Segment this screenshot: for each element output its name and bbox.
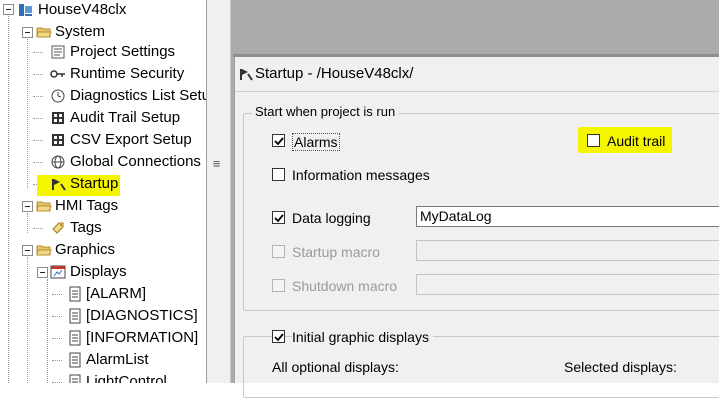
data-logging-checkbox[interactable]: [272, 211, 285, 224]
information-messages-label[interactable]: Information messages: [292, 167, 430, 183]
tree-label: CSV Export Setup: [70, 131, 192, 148]
clock-icon: [50, 88, 66, 104]
collapse-toggle-icon[interactable]: [22, 245, 33, 256]
alarms-checkbox[interactable]: [272, 134, 285, 147]
audit-grid-icon: [50, 110, 66, 126]
collapse-toggle-icon[interactable]: [22, 27, 33, 38]
collapse-toggle-icon[interactable]: [3, 4, 14, 15]
tree-item-runtime-security[interactable]: Runtime Security: [0, 63, 206, 85]
window-title: Startup - /HouseV48clx/: [255, 65, 414, 82]
tree-label: [INFORMATION]: [86, 329, 199, 346]
displays-icon: [50, 264, 66, 280]
tree-item-hmi-tags[interactable]: HMI Tags: [0, 195, 206, 217]
tree-item-graphics[interactable]: Graphics: [0, 239, 206, 261]
folder-open-icon: [36, 198, 52, 214]
startup-macro-label: Startup macro: [292, 244, 380, 260]
tree-item-csv-export-setup[interactable]: CSV Export Setup: [0, 129, 206, 151]
tree-label: [ALARM]: [86, 285, 147, 302]
project-icon: [18, 2, 34, 18]
group-legend: Start when project is run: [252, 104, 399, 120]
data-logging-model-field[interactable]: MyDataLog: [416, 206, 719, 227]
csv-grid-icon: [50, 132, 66, 148]
shutdown-macro-label: Shutdown macro: [292, 278, 398, 294]
tree-label: Tags: [70, 219, 102, 236]
tag-icon: [50, 220, 66, 236]
tree-label: HMI Tags: [55, 197, 119, 214]
tree-item-root[interactable]: HouseV48clx: [0, 0, 206, 21]
information-messages-checkbox[interactable]: [272, 168, 285, 181]
tree-item-diagnostics-list-setup[interactable]: Diagnostics List Setu: [0, 85, 206, 107]
tree-item-tags[interactable]: Tags: [0, 217, 206, 239]
display-page-icon: [67, 308, 83, 324]
tree-label: Graphics: [55, 241, 116, 258]
display-page-icon: [67, 352, 83, 368]
display-page-icon: [67, 286, 83, 302]
data-logging-label[interactable]: Data logging: [292, 210, 371, 226]
initial-graphic-displays-label[interactable]: Initial graphic displays: [292, 329, 433, 345]
all-optional-displays-label: All optional displays:: [272, 359, 399, 375]
tree-label: System: [55, 23, 106, 40]
alarms-label[interactable]: Alarms: [292, 133, 340, 151]
selected-displays-label: Selected displays:: [564, 359, 677, 375]
tree-item-display[interactable]: LightControl: [0, 371, 206, 383]
shutdown-macro-field: [416, 274, 719, 295]
project-explorer-tree: HouseV48clx System Project Settings Runt…: [0, 0, 206, 383]
tree-item-display[interactable]: [INFORMATION]: [0, 327, 206, 349]
audit-trail-checkbox[interactable]: [587, 134, 600, 147]
tree-label: Diagnostics List Setu: [70, 87, 206, 104]
startup-icon: [50, 176, 66, 192]
tree-label: Startup: [70, 175, 119, 192]
shutdown-macro-checkbox: [272, 279, 285, 292]
tree-item-display[interactable]: AlarmList: [0, 349, 206, 371]
tree-label: LightControl: [86, 373, 167, 383]
key-icon: [50, 66, 66, 82]
project-settings-icon: [50, 44, 66, 60]
tree-label: Runtime Security: [70, 65, 185, 82]
tree-item-display[interactable]: [ALARM]: [0, 283, 206, 305]
tree-item-display[interactable]: [DIAGNOSTICS]: [0, 305, 206, 327]
tree-label: Audit Trail Setup: [70, 109, 181, 126]
collapse-toggle-icon[interactable]: [37, 267, 48, 278]
window-client: Start when project is run Alarms Audit t…: [235, 92, 719, 398]
tree-label: AlarmList: [86, 351, 149, 368]
collapse-toggle-icon[interactable]: [22, 201, 33, 212]
tree-item-system[interactable]: System: [0, 21, 206, 43]
tree-root-label: HouseV48clx: [38, 1, 127, 18]
folder-open-icon: [36, 24, 52, 40]
startup-macro-checkbox: [272, 245, 285, 258]
startup-icon: [239, 67, 253, 81]
splitter-grip-icon[interactable]: ≡: [211, 157, 222, 170]
tree-label: Project Settings: [70, 43, 176, 60]
tree-item-displays[interactable]: Displays: [0, 261, 206, 283]
tree-item-global-connections[interactable]: Global Connections: [0, 151, 206, 173]
tree-item-audit-trail-setup[interactable]: Audit Trail Setup: [0, 107, 206, 129]
audit-trail-label[interactable]: Audit trail: [607, 133, 665, 149]
tree-item-project-settings[interactable]: Project Settings: [0, 41, 206, 63]
display-page-icon: [67, 330, 83, 346]
globe-icon: [50, 154, 66, 170]
tree-label: Global Connections: [70, 153, 201, 170]
tree-label: Displays: [70, 263, 127, 280]
pane-splitter[interactable]: [207, 0, 230, 383]
tree-label: [DIAGNOSTICS]: [86, 307, 198, 324]
folder-open-icon: [36, 242, 52, 258]
startup-editor-window: Startup - /HouseV48clx/ Start when proje…: [234, 57, 719, 398]
window-titlebar[interactable]: Startup - /HouseV48clx/: [235, 57, 719, 92]
initial-graphic-displays-checkbox[interactable]: [272, 330, 285, 343]
display-page-icon: [67, 374, 83, 383]
tree-item-startup[interactable]: Startup: [0, 173, 206, 195]
startup-macro-field: [416, 240, 719, 261]
